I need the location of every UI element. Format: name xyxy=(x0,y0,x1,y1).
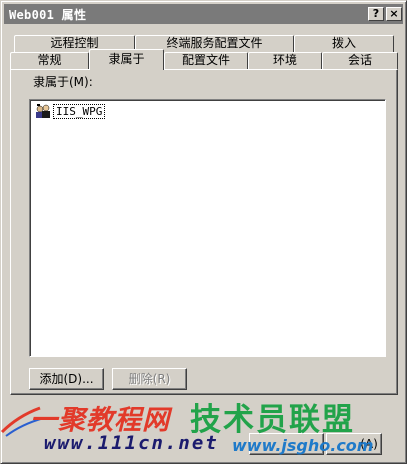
member-of-list[interactable]: IIS_WPG xyxy=(29,99,386,357)
tab-dial-in[interactable]: 拨入 xyxy=(294,35,394,52)
group-icon xyxy=(36,104,50,118)
window-title: Web001 属性 xyxy=(9,7,87,22)
watermark-swoosh-icon xyxy=(0,406,45,437)
tab-member-of[interactable]: 隶属于 xyxy=(89,49,164,70)
group-name: IIS_WPG xyxy=(53,103,106,119)
tab-sessions[interactable]: 会话 xyxy=(322,52,398,69)
member-of-label: 隶属于(M): xyxy=(33,75,93,89)
remove-button: 删除(R) xyxy=(112,368,187,390)
properties-dialog: Web001 属性 ? × 远程控制 终端服务配置文件 拨入 常规 隶属于 配置… xyxy=(0,0,407,464)
title-bar[interactable]: Web001 属性 ? × xyxy=(4,4,403,24)
close-button[interactable]: × xyxy=(386,7,402,21)
tab-general[interactable]: 常规 xyxy=(10,52,89,69)
member-of-panel: 隶属于(M): IIS_WPG 添加(D)... 删除(R) xyxy=(10,69,398,395)
tab-profile[interactable]: 配置文件 xyxy=(164,52,248,69)
apply-button-label: (A) xyxy=(360,437,378,451)
add-button[interactable]: 添加(D)... xyxy=(29,368,104,390)
help-button[interactable]: ? xyxy=(368,7,384,21)
tab-environment[interactable]: 环境 xyxy=(248,52,322,69)
list-item[interactable]: IIS_WPG xyxy=(35,103,106,119)
apply-button[interactable]: (A) xyxy=(326,433,382,455)
cancel-button[interactable] xyxy=(249,433,324,455)
